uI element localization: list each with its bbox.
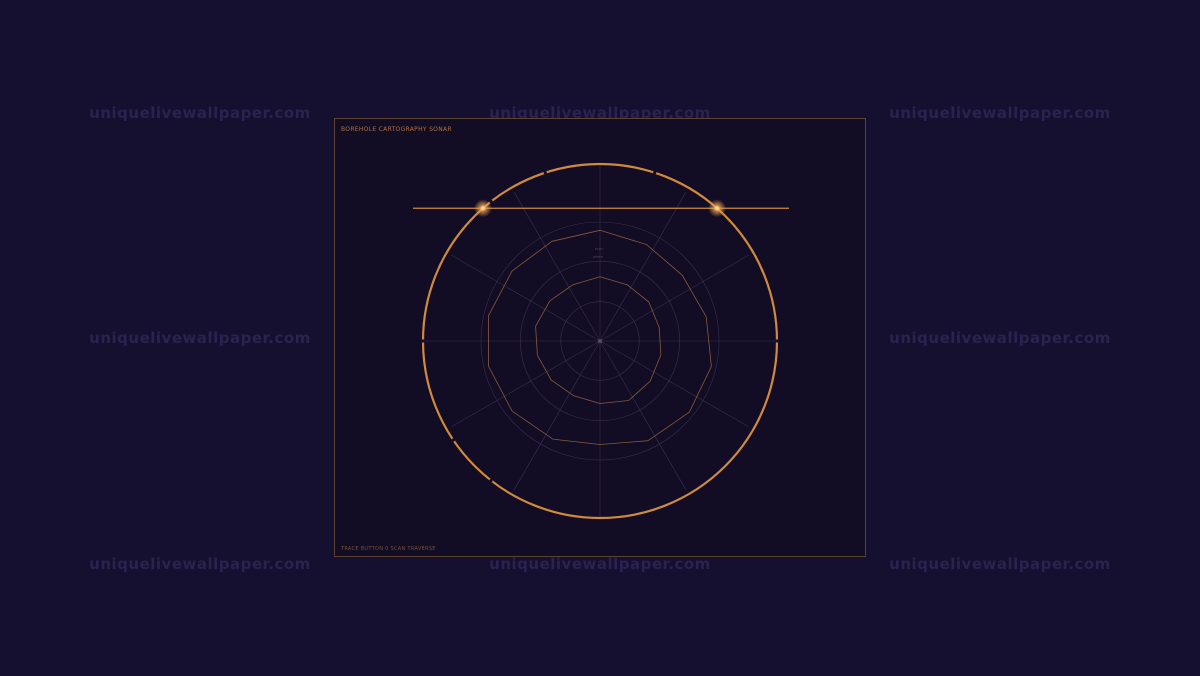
sonar-grid xyxy=(423,164,777,518)
ring-gap-mark xyxy=(451,438,455,442)
grid-spoke xyxy=(599,340,687,490)
watermark-text: uniquelivewallpaper.com xyxy=(889,555,1111,573)
center-dot xyxy=(598,339,602,343)
watermark-text: uniquelivewallpaper.com xyxy=(89,104,311,122)
panel-footer: TRACE BUTTON 0 SCAN TRAVERSE xyxy=(341,546,436,552)
scan-intersection-point xyxy=(715,206,720,211)
scan-intersection-point xyxy=(480,206,485,211)
watermark-text: uniquelivewallpaper.com xyxy=(889,329,1111,347)
ring-gap-mark xyxy=(543,171,547,175)
ring-gap-mark xyxy=(489,478,493,483)
ring-gap-mark xyxy=(421,339,425,343)
grid-spoke xyxy=(513,192,601,342)
watermark-text: uniquelivewallpaper.com xyxy=(489,555,711,573)
grid-spoke xyxy=(599,192,687,342)
ring-gap-mark xyxy=(775,339,779,343)
inner-label: DEPTH xyxy=(593,255,603,259)
sonar-panel: BOREHOLE CARTOGRAPHY SONAR ECHO DEPTH TR… xyxy=(334,118,866,557)
grid-spoke xyxy=(599,340,749,428)
watermark-text: uniquelivewallpaper.com xyxy=(89,555,311,573)
inner-label: ECHO xyxy=(595,247,604,251)
ring-gap-mark xyxy=(653,171,657,175)
watermark-text: uniquelivewallpaper.com xyxy=(89,329,311,347)
grid-spoke xyxy=(451,340,601,428)
grid-spoke xyxy=(451,254,601,342)
sonar-scan-line xyxy=(413,199,789,218)
sonar-display: ECHO DEPTH xyxy=(413,162,789,520)
watermark-text: uniquelivewallpaper.com xyxy=(889,104,1111,122)
grid-spoke xyxy=(513,340,601,490)
